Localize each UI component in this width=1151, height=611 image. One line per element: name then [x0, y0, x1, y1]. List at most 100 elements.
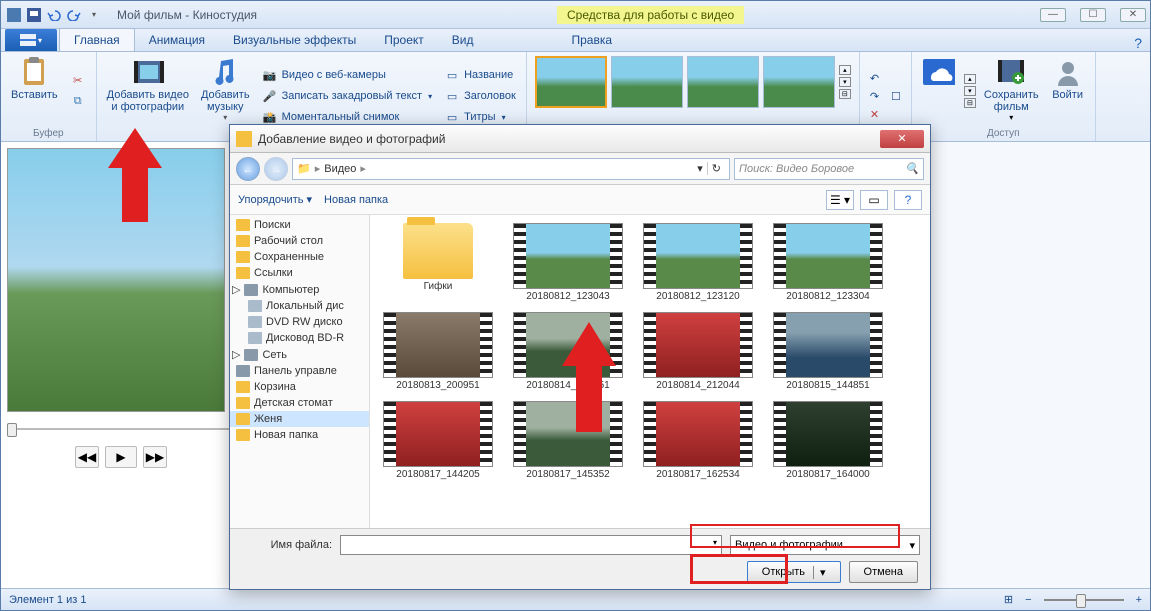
file-name: 20180812_123304	[786, 291, 869, 302]
onedrive-button[interactable]	[918, 54, 960, 127]
tree-item[interactable]: Ссылки	[230, 265, 369, 281]
theme-4[interactable]	[763, 56, 835, 108]
tree-item[interactable]: Корзина	[230, 379, 369, 395]
tree-item-selected[interactable]: Женя	[230, 411, 369, 427]
gallery-down-icon[interactable]: ▾	[839, 77, 851, 87]
theme-2[interactable]	[611, 56, 683, 108]
share-down-icon[interactable]: ▾	[964, 86, 976, 96]
tree-item[interactable]: Детская стомат	[230, 395, 369, 411]
file-filter-dropdown[interactable]: Видео и фотографии▾	[730, 535, 920, 555]
qat-dropdown-icon[interactable]: ▾	[85, 6, 103, 24]
view-mode-icon[interactable]: ⊞	[1004, 593, 1013, 606]
rotate-right-button[interactable]: ↷	[866, 88, 883, 105]
rotate-left-button[interactable]: ↶	[866, 70, 883, 87]
tree-item[interactable]: Поиски	[230, 217, 369, 233]
tab-view[interactable]: Вид	[438, 29, 488, 51]
view-mode-button[interactable]: ☰ ▾	[826, 190, 854, 210]
video-item[interactable]: 20180812_123043	[506, 221, 630, 304]
file-list[interactable]: Гифки20180812_12304320180812_12312020180…	[370, 215, 930, 528]
video-item[interactable]: 20180812_123120	[636, 221, 760, 304]
zoom-out-button[interactable]: −	[1025, 594, 1031, 606]
zoom-slider[interactable]	[1044, 599, 1124, 601]
qat-redo-icon[interactable]	[65, 6, 83, 24]
add-videos-button[interactable]: Добавить видео и фотографии	[103, 54, 193, 138]
cancel-button[interactable]: Отмена	[849, 561, 918, 583]
video-item[interactable]: 20180817_164000	[766, 399, 890, 482]
share-more-icon[interactable]: ⊟	[964, 98, 976, 108]
crumb-dropdown-icon[interactable]: ▾	[697, 162, 703, 175]
video-item[interactable]: 20180814_212044	[636, 310, 760, 393]
theme-3[interactable]	[687, 56, 759, 108]
delete-button[interactable]: ✕	[866, 106, 883, 123]
tab-effects[interactable]: Визуальные эффекты	[219, 29, 370, 51]
organize-button[interactable]: Упорядочить ▾	[238, 193, 312, 206]
tab-edit[interactable]: Правка	[557, 29, 626, 51]
folder-tree[interactable]: Поиски Рабочий стол Сохраненные Ссылки ▷…	[230, 215, 370, 528]
tree-item[interactable]: Локальный дис	[230, 298, 369, 314]
qat-undo-icon[interactable]	[45, 6, 63, 24]
file-name: 20180815_144851	[786, 380, 869, 391]
video-item[interactable]: 20180812_123304	[766, 221, 890, 304]
ribbon-tabs: ▾ Главная Анимация Визуальные эффекты Пр…	[1, 29, 1150, 52]
next-button[interactable]: ▶▶	[143, 446, 167, 468]
help-button[interactable]: ?	[894, 190, 922, 210]
open-button[interactable]: Открыть▾	[747, 561, 841, 583]
maximize-button[interactable]: ☐	[1080, 8, 1106, 22]
tab-animation[interactable]: Анимация	[135, 29, 219, 51]
header-button[interactable]: ▭Заголовок	[440, 86, 520, 106]
filename-input[interactable]: ▾	[340, 535, 722, 555]
tree-item[interactable]: Сохраненные	[230, 249, 369, 265]
paste-button[interactable]: Вставить	[7, 54, 62, 127]
video-item[interactable]: 20180814_103551	[506, 310, 630, 393]
tree-computer[interactable]: ▷ Компьютер	[230, 281, 369, 298]
refresh-icon[interactable]: ↻	[707, 162, 725, 175]
minimize-button[interactable]: —	[1040, 8, 1066, 22]
file-tab[interactable]: ▾	[5, 29, 57, 51]
crumb-video[interactable]: Видео	[324, 163, 356, 175]
timeline-slider[interactable]	[7, 428, 235, 430]
webcam-button[interactable]: 📷Видео с веб-камеры	[258, 65, 437, 85]
title-button[interactable]: ▭Название	[440, 65, 520, 85]
tree-item[interactable]: Рабочий стол	[230, 233, 369, 249]
group-access-label: Доступ	[918, 127, 1089, 139]
play-button[interactable]: ▶	[105, 446, 137, 468]
save-movie-button[interactable]: Сохранить фильм ▾	[980, 54, 1043, 127]
save-movie-icon	[995, 56, 1027, 88]
nav-back-button[interactable]: ←	[236, 157, 260, 181]
copy-button[interactable]: ⧉	[66, 91, 90, 111]
tree-item[interactable]: Панель управле	[230, 363, 369, 379]
tree-item[interactable]: Дисковод BD-R	[230, 330, 369, 346]
new-folder-button[interactable]: Новая папка	[324, 194, 388, 206]
tab-project[interactable]: Проект	[370, 29, 438, 51]
narration-button[interactable]: 🎤Записать закадровый текст▾	[258, 86, 437, 106]
qat-save-icon[interactable]	[25, 6, 43, 24]
video-item[interactable]: 20180817_144205	[376, 399, 500, 482]
user-icon	[1052, 56, 1084, 88]
help-icon[interactable]: ?	[1134, 35, 1142, 51]
nav-forward-button[interactable]: →	[264, 157, 288, 181]
tree-network[interactable]: ▷ Сеть	[230, 346, 369, 363]
gallery-more-icon[interactable]: ⊟	[839, 89, 851, 99]
sign-in-button[interactable]: Войти	[1047, 54, 1089, 127]
close-button[interactable]: ✕	[1120, 8, 1146, 22]
video-item[interactable]: 20180815_144851	[766, 310, 890, 393]
gallery-up-icon[interactable]: ▴	[839, 65, 851, 75]
search-input[interactable]: Поиск: Видео Боровое 🔍	[734, 158, 924, 180]
breadcrumb[interactable]: 📁 ▸ Видео ▸ ▾ ↻	[292, 158, 730, 180]
dialog-close-button[interactable]: ✕	[880, 130, 924, 148]
video-item[interactable]: 20180817_162534	[636, 399, 760, 482]
tree-item[interactable]: DVD RW диско	[230, 314, 369, 330]
video-item[interactable]: 20180817_145352	[506, 399, 630, 482]
tab-home[interactable]: Главная	[59, 28, 135, 51]
theme-1[interactable]	[535, 56, 607, 108]
video-item[interactable]: 20180813_200951	[376, 310, 500, 393]
folder-item[interactable]: Гифки	[376, 221, 500, 304]
select-all-button[interactable]: ☐	[887, 88, 905, 105]
zoom-in-button[interactable]: +	[1136, 594, 1142, 606]
prev-button[interactable]: ◀◀	[75, 446, 99, 468]
share-up-icon[interactable]: ▴	[964, 74, 976, 84]
tree-item[interactable]: Новая папка	[230, 427, 369, 443]
preview-toggle-button[interactable]: ▭	[860, 190, 888, 210]
webcam-icon: 📷	[262, 67, 278, 83]
cut-button[interactable]: ✂	[66, 70, 90, 90]
